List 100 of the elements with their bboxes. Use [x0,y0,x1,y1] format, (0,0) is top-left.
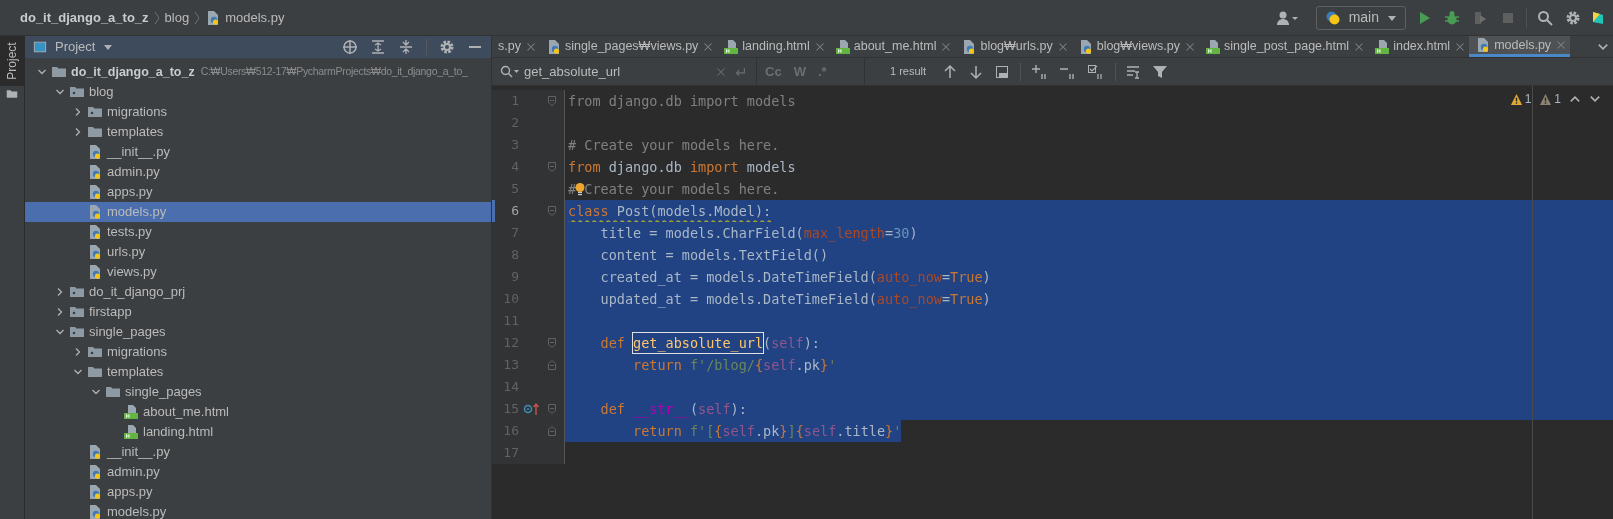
user-icon[interactable] [1275,9,1300,26]
editor-tab[interactable]: blog₩views.py [1071,36,1200,57]
warning-counter[interactable]: 1 [1509,90,1532,108]
fold-icon[interactable] [547,161,557,173]
fold-end-icon[interactable] [547,425,557,437]
code-line: # Create your models here. [567,179,780,199]
package-folder-icon [69,324,85,340]
html-file-icon [1205,38,1222,55]
editor-tab[interactable]: about_me.html [828,36,956,57]
plugin-icon[interactable] [1591,9,1605,26]
search-icon [500,64,520,79]
project-tool-tab[interactable]: Project [0,36,24,86]
html-file-icon [723,38,740,55]
package-folder-icon [87,104,103,120]
html-file-icon [834,38,851,55]
caret-down-icon[interactable] [103,42,114,52]
tree-item[interactable]: admin.py [25,162,491,182]
tree-item[interactable]: templates [25,362,491,382]
search-icon[interactable] [1535,9,1555,26]
window-icon[interactable] [994,63,1011,80]
breadcrumb-item[interactable]: blog [160,7,194,28]
python-file-icon [87,204,103,220]
chevron-right-icon [73,347,83,357]
tree-item[interactable]: urls.py [25,242,491,262]
tree-item[interactable]: migrations [25,102,491,122]
tree-item[interactable]: about_me.html [25,402,491,422]
expand-all-icon[interactable] [370,39,386,55]
editor-tab[interactable]: s.py [492,36,540,57]
editor-tab[interactable]: models.py [1469,36,1571,57]
line-number: 6 [510,202,519,221]
bug-icon[interactable] [1442,9,1462,26]
result-count: 1 result [890,64,927,80]
panel-title[interactable]: Project [55,37,96,57]
python-file-icon [87,464,103,480]
tree-item[interactable]: migrations [25,342,491,362]
override-icon[interactable] [523,402,541,416]
lightbulb-icon[interactable] [574,182,587,196]
fold-icon[interactable] [547,205,557,217]
package-folder-icon [69,84,85,100]
editor-tab[interactable]: single_pages₩views.py [539,36,718,57]
package-folder-icon [69,284,85,300]
tree-item[interactable]: __init__.py [25,142,491,162]
python-icon [1324,9,1341,26]
tree-item[interactable]: single_pages [25,322,491,342]
folder-icon [51,64,67,80]
filter-icon[interactable] [1152,63,1169,80]
fold-icon[interactable] [547,95,557,107]
code-line: from django.db import models [567,91,796,111]
folder-icon [105,384,121,400]
run-configuration-dropdown[interactable]: main [1315,5,1406,30]
editor-tab[interactable]: landing.html [717,36,829,57]
python-file-icon [87,144,103,160]
html-file-icon [1374,38,1391,55]
python-file-icon [87,484,103,500]
tree-item[interactable]: apps.py [25,482,491,502]
chevron-down-icon [55,327,65,337]
tree-item[interactable]: landing.html [25,422,491,442]
tree-item[interactable]: views.py [25,262,491,282]
html-file-icon [123,424,139,440]
chevron-right-icon [152,9,161,26]
folder-icon [6,88,18,100]
folder-icon [87,124,103,140]
collapse-all-icon[interactable] [398,39,414,55]
editor-tab[interactable]: single_post_page.html [1199,36,1369,57]
warning-counter[interactable]: 1 [1539,90,1561,108]
tree-item[interactable]: admin.py [25,462,491,482]
breadcrumb-item[interactable]: models.py [201,7,289,28]
tree-item[interactable]: models.py [25,502,491,519]
code-line: # Create your models here. [567,135,780,155]
html-file-icon [123,404,139,420]
python-file-icon [87,504,103,519]
tree-item[interactable]: single_pages [25,382,491,402]
panel-icon [33,40,47,54]
chevron-right-icon [193,9,202,26]
tree-item[interactable]: tests.py [25,222,491,242]
settings-icon[interactable] [439,39,455,55]
folder-icon [87,364,103,380]
arrow-down-icon[interactable] [968,63,985,80]
breadcrumb-item[interactable]: do_it_django_a_to_z [16,7,153,28]
package-folder-icon [87,344,103,360]
package-folder-icon [69,304,85,320]
editor-tab[interactable]: blog₩urls.py [955,36,1072,57]
tree-item[interactable]: apps.py [25,182,491,202]
tree-item[interactable]: do_it_django_a_to_z C:₩Users₩512-17₩PycharmProjects₩do_it_django_a_to_ [25,62,491,82]
python-file-icon [87,244,103,260]
tree-item[interactable]: do_it_django_prj [25,282,491,302]
python-file-icon [87,264,103,280]
code-line: from django.db import models [567,157,796,177]
fold-end-icon[interactable] [547,359,557,371]
tree-item[interactable]: __init__.py [25,442,491,462]
python-file-icon [87,184,103,200]
python-file-icon [87,224,103,240]
tree-item[interactable]: blog [25,82,491,102]
tree-item[interactable]: firstapp [25,302,491,322]
python-file-icon [87,444,103,460]
fold-icon[interactable] [547,403,557,415]
fold-icon[interactable] [547,337,557,349]
tree-item[interactable]: templates [25,122,491,142]
editor-tab[interactable]: index.html [1368,36,1470,57]
locate-icon[interactable] [342,39,358,55]
